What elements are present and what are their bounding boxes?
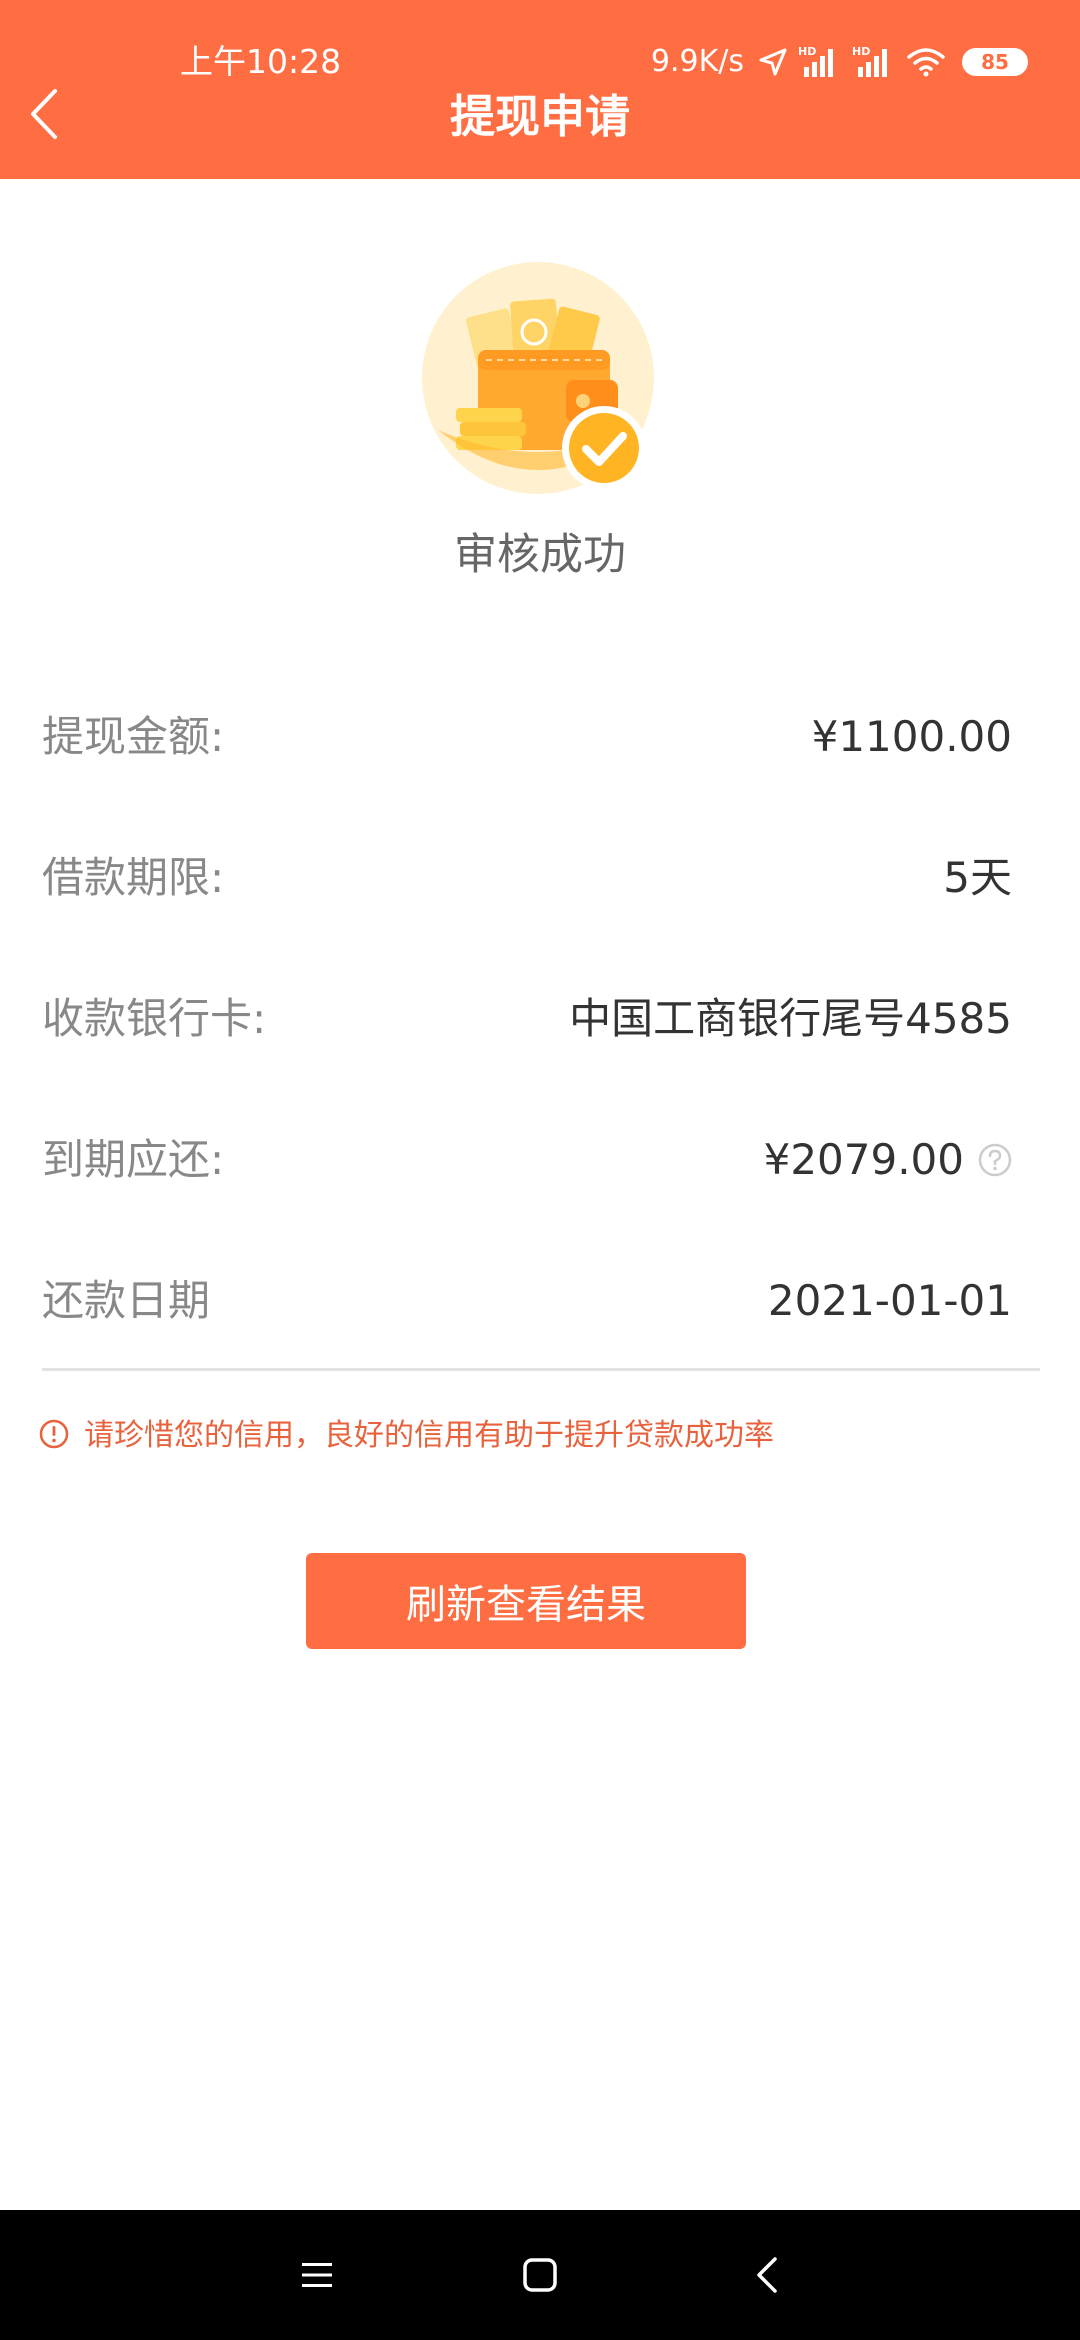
amount-value: ¥1100.00 bbox=[811, 711, 1012, 761]
status-icons: 9.9K/s HD HD 85 bbox=[651, 38, 1028, 86]
term-row: 借款期限: 5天 bbox=[42, 807, 1012, 948]
bank-card-label: 收款银行卡: bbox=[42, 993, 267, 1043]
hd-signal-icon: HD bbox=[798, 45, 842, 79]
hd-signal-icon: HD bbox=[852, 45, 896, 79]
location-arrow-icon bbox=[758, 47, 788, 77]
divider bbox=[42, 1368, 1040, 1371]
bank-card-value: 中国工商银行尾号4585 bbox=[569, 993, 1012, 1043]
system-nav-bar bbox=[0, 2210, 1080, 2340]
repay-date-label: 还款日期 bbox=[42, 1275, 211, 1325]
term-label: 借款期限: bbox=[42, 852, 225, 902]
network-speed: 9.9K/s bbox=[650, 44, 744, 79]
term-value: 5天 bbox=[943, 852, 1012, 902]
due-amount-value: ¥2079.00 bbox=[763, 1134, 964, 1184]
home-button[interactable] bbox=[505, 2240, 575, 2310]
amount-label: 提现金额: bbox=[42, 711, 225, 761]
due-amount-wrap: ¥2079.00 bbox=[764, 1132, 1012, 1188]
home-square-icon bbox=[523, 2258, 557, 2292]
app-header: 上午10:28 9.9K/s HD HD 85 提现申请 bbox=[0, 0, 1080, 179]
repay-date-value: 2021-01-01 bbox=[767, 1275, 1012, 1325]
svg-text:HD: HD bbox=[798, 45, 816, 58]
refresh-result-button[interactable]: 刷新查看结果 bbox=[306, 1553, 746, 1649]
system-back-button[interactable] bbox=[732, 2240, 802, 2310]
due-amount-row: 到期应还: ¥2079.00 bbox=[42, 1089, 1012, 1230]
status-time: 上午10:28 bbox=[180, 42, 342, 81]
svg-text:HD: HD bbox=[852, 45, 870, 58]
amount-row: 提现金额: ¥1100.00 bbox=[42, 666, 1012, 807]
bank-card-row: 收款银行卡: 中国工商银行尾号4585 bbox=[42, 948, 1012, 1089]
menu-icon bbox=[302, 2263, 332, 2287]
wifi-icon bbox=[906, 46, 946, 78]
help-icon[interactable] bbox=[978, 1143, 1012, 1177]
warning-icon bbox=[38, 1418, 70, 1454]
back-triangle-icon bbox=[757, 2257, 777, 2293]
due-amount-label: 到期应还: bbox=[42, 1134, 225, 1184]
notice-text: 请珍惜您的信用，良好的信用有助于提升贷款成功率 bbox=[84, 1418, 774, 1453]
battery-icon: 85 bbox=[962, 48, 1028, 76]
review-status: 审核成功 bbox=[454, 530, 626, 580]
page-title: 提现申请 bbox=[449, 90, 630, 143]
credit-notice: 请珍惜您的信用，良好的信用有助于提升贷款成功率 bbox=[38, 1414, 774, 1458]
repay-date-row: 还款日期 2021-01-01 bbox=[42, 1230, 1012, 1371]
withdraw-details: 提现金额: ¥1100.00 借款期限: 5天 收款银行卡: 中国工商银行尾号4… bbox=[42, 666, 1012, 1371]
menu-button[interactable] bbox=[282, 2240, 352, 2310]
wallet-check-illustration bbox=[420, 260, 660, 500]
